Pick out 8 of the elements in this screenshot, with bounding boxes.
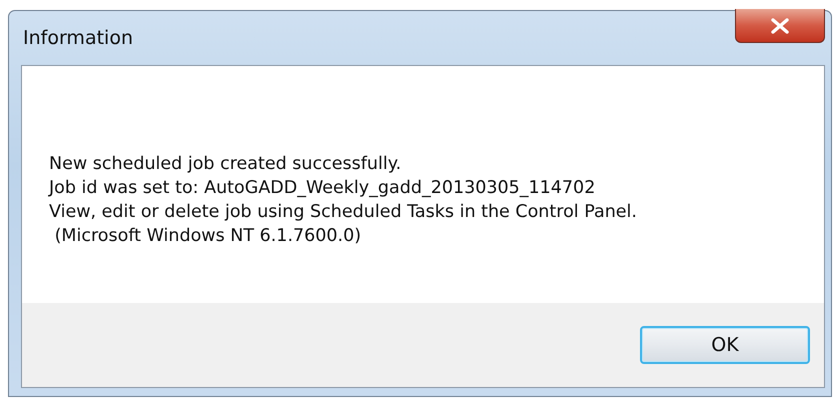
message-text: Job id was set to: AutoGADD_Weekly_gadd_20130305_114702 <box>49 177 596 200</box>
close-icon <box>770 18 790 34</box>
message-text: (Microsoft Windows NT 6.1.7600.0) <box>54 225 362 248</box>
message-text: New scheduled job created successfully. <box>49 153 402 176</box>
message-text: View, edit or delete job using Scheduled Tasks in the Control Panel. <box>49 201 638 224</box>
window-title: Information <box>22 27 133 49</box>
ok-button[interactable]: OK <box>640 326 810 364</box>
close-button[interactable] <box>735 9 825 43</box>
